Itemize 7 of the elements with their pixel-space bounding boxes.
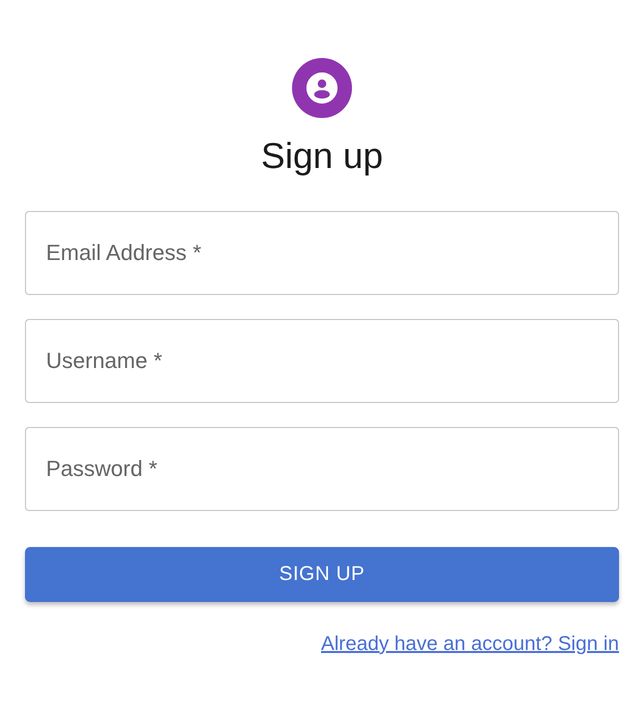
page-title: Sign up xyxy=(260,134,384,178)
input-field[interactable]: Username * xyxy=(25,319,619,403)
sign-up-button[interactable]: SIGN UP xyxy=(25,547,619,602)
sign-in-link[interactable]: Already have an account? Sign in xyxy=(321,633,619,656)
input-field[interactable]: Password * xyxy=(25,427,619,511)
input-field[interactable]: Email Address * xyxy=(25,211,619,295)
person-icon xyxy=(305,71,339,105)
